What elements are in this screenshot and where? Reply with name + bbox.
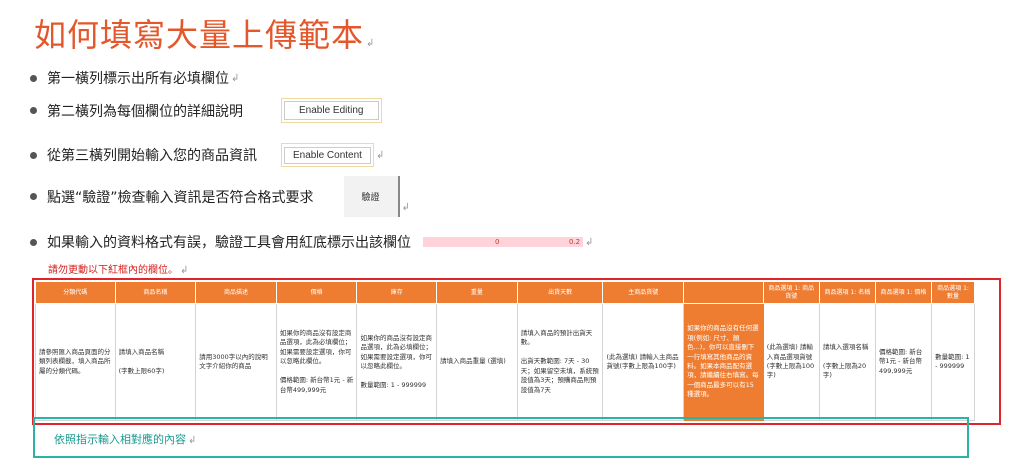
bullet-text: 第一橫列標示出所有必填欄位 bbox=[47, 71, 229, 87]
paragraph-mark-icon: ↲ bbox=[401, 202, 410, 213]
bullet-item-4: 點選“驗證”檢查輸入資訊是否符合格式要求 驗證 ↲ bbox=[30, 176, 410, 217]
enable-content-frame: Enable Content bbox=[281, 143, 374, 167]
paragraph-mark-icon: ↲ bbox=[366, 38, 376, 49]
bullet-text: 從第三橫列開始輸入您的商品資訊 bbox=[47, 148, 257, 164]
bullet-dot-icon bbox=[30, 238, 37, 246]
warning-text: 請勿更動以下紅框內的欄位。 ↲ bbox=[48, 265, 189, 276]
bullet-item-2: 第二橫列為每個欄位的詳細說明 Enable Editing bbox=[30, 98, 382, 123]
bullet-text: 如果輸入的資料格式有誤，驗證工具會用紅底標示出該欄位 bbox=[47, 235, 411, 251]
input-instruction-text: 依照指示輸入相對應的內容 ↲ bbox=[54, 433, 197, 446]
enable-editing-button[interactable]: Enable Editing bbox=[284, 101, 379, 120]
paragraph-mark-icon: ↲ bbox=[375, 149, 385, 161]
paragraph-mark-icon: ↲ bbox=[585, 236, 594, 248]
page-title: 如何填寫大量上傳範本 ↲ bbox=[34, 16, 376, 54]
bullet-text: 第二橫列為每個欄位的詳細說明 bbox=[47, 103, 243, 120]
paragraph-mark-icon: ↲ bbox=[188, 435, 197, 446]
bullet-dot-icon bbox=[30, 107, 37, 114]
error-highlight-sample: 0 0.2 bbox=[423, 237, 583, 247]
paragraph-mark-icon: ↲ bbox=[180, 265, 189, 276]
bullet-item-5: 如果輸入的資料格式有誤，驗證工具會用紅底標示出該欄位 0 0.2 ↲ bbox=[30, 232, 593, 252]
enable-editing-frame: Enable Editing bbox=[281, 98, 382, 123]
paragraph-mark-icon: ↲ bbox=[231, 72, 240, 84]
bullet-dot-icon bbox=[30, 74, 37, 82]
bullet-dot-icon bbox=[30, 193, 37, 200]
bullet-item-1: 第一橫列標示出所有必填欄位 ↲ bbox=[30, 68, 239, 88]
error-sample-value-right: 0.2 bbox=[569, 238, 581, 246]
verify-button[interactable]: 驗證 bbox=[343, 176, 400, 217]
enable-content-button[interactable]: Enable Content bbox=[284, 147, 371, 164]
bullet-item-3: 從第三橫列開始輸入您的商品資訊 Enable Content ↲ bbox=[30, 143, 384, 167]
bullet-dot-icon bbox=[30, 151, 37, 159]
protected-area-frame bbox=[32, 278, 1001, 425]
bullet-text: 點選“驗證”檢查輸入資訊是否符合格式要求 bbox=[47, 189, 314, 206]
error-sample-value-left: 0 bbox=[495, 238, 500, 246]
